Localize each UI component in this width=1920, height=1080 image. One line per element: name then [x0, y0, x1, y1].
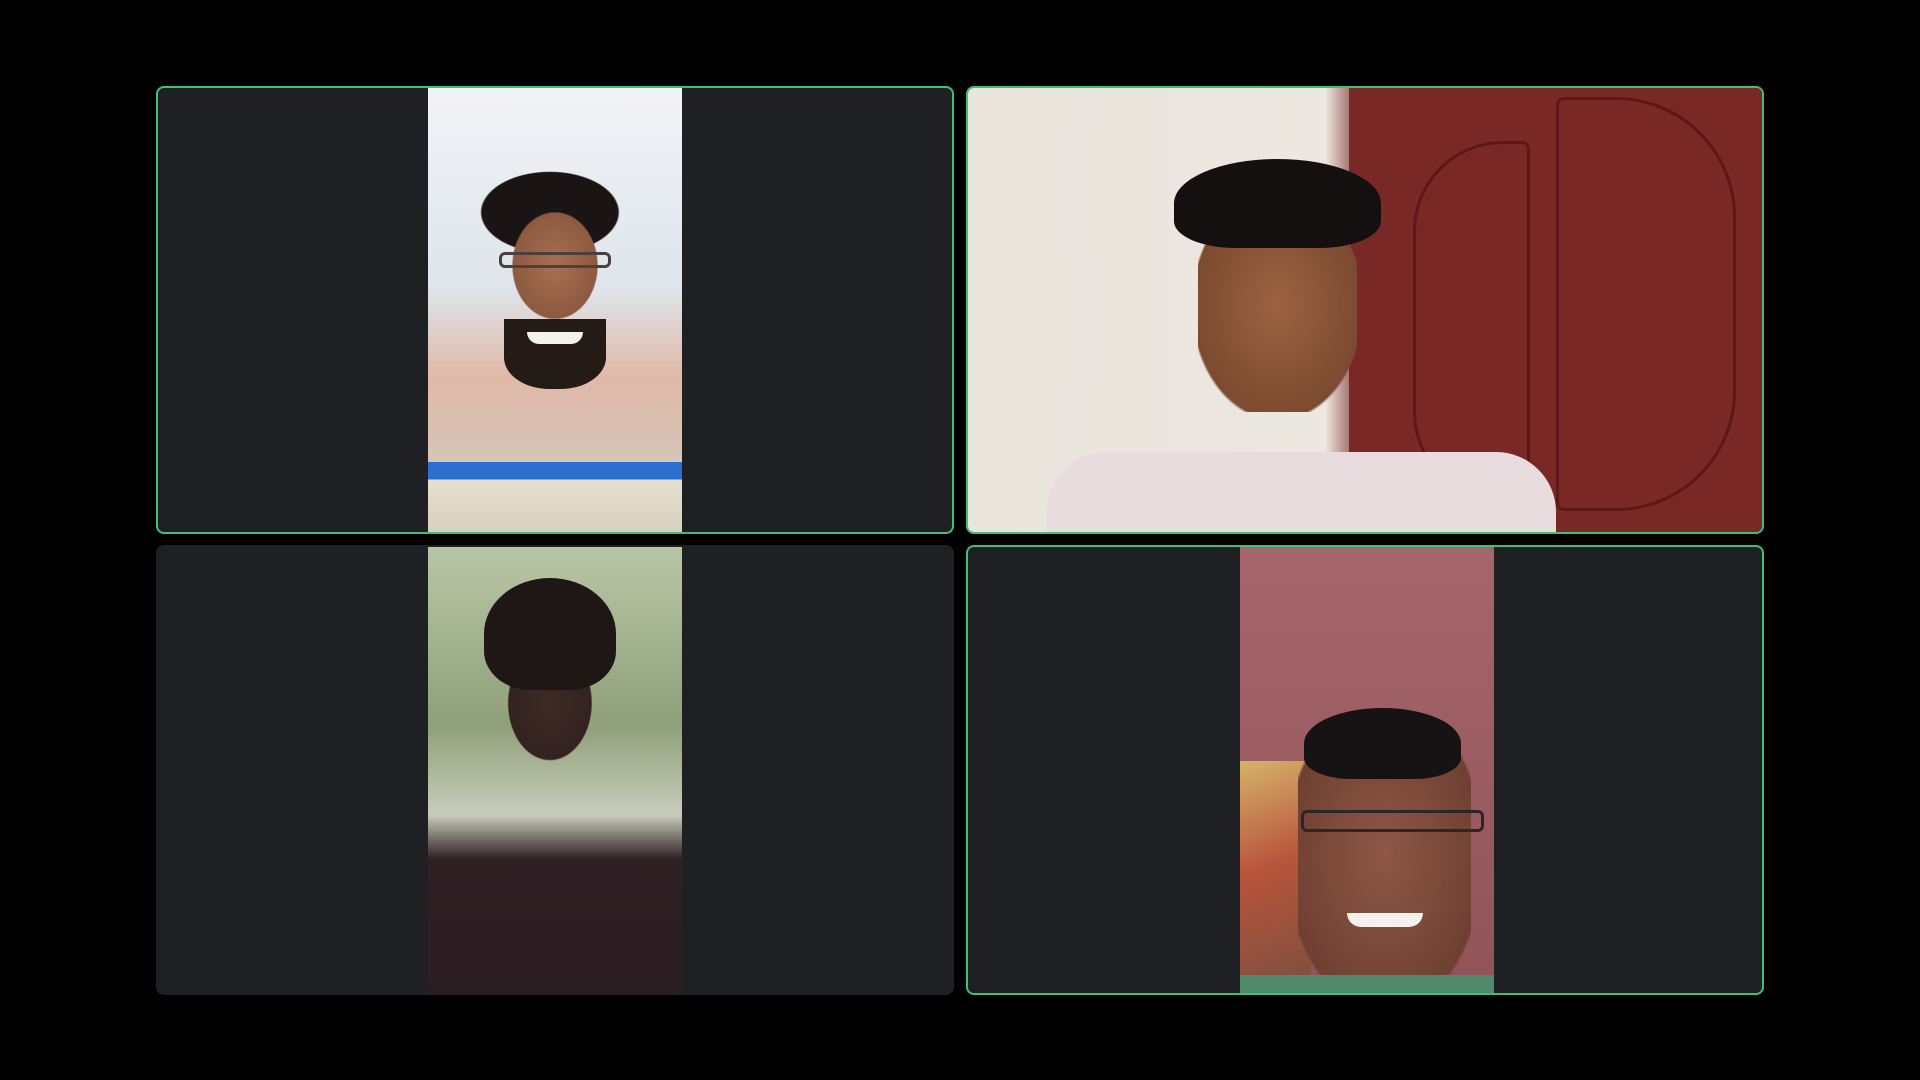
participant-video-3 [428, 547, 682, 993]
participant-tile-3[interactable] [156, 545, 954, 995]
participant-video-feed [428, 88, 682, 532]
participant-tile-4[interactable] [966, 545, 1764, 995]
participant-video-feed [968, 88, 1762, 532]
participant-video-4 [1240, 547, 1494, 993]
participant-video-feed [1240, 547, 1494, 993]
participant-tile-1[interactable] [156, 86, 954, 534]
participant-video-feed [428, 547, 682, 993]
participant-video-2 [968, 88, 1762, 532]
participant-video-1 [428, 88, 682, 532]
video-gallery [0, 0, 1920, 1080]
participant-tile-2[interactable] [966, 86, 1764, 534]
